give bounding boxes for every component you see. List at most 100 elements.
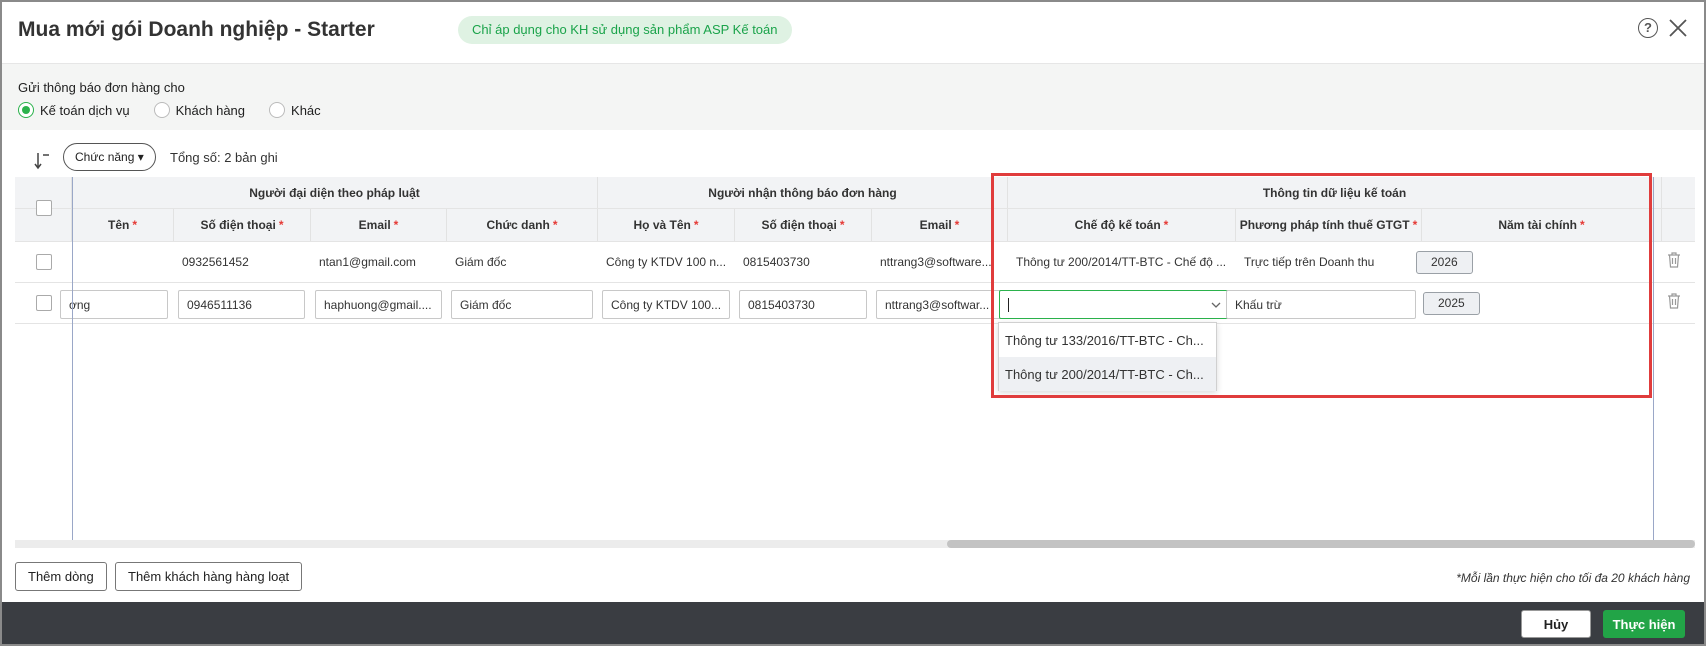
email-input[interactable]: haphuong@gmail.... <box>315 290 442 319</box>
row-checkbox[interactable] <box>35 254 52 270</box>
radio-other[interactable]: Khác <box>269 102 321 118</box>
col-full-name[interactable]: Họ và Tên * <box>598 209 735 241</box>
col-vat-method[interactable]: Phương pháp tính thuế GTGT * <box>1236 209 1422 241</box>
title-input[interactable]: Giám đốc <box>451 290 593 319</box>
col-recipient-phone[interactable]: Số điện thoại * <box>735 209 872 241</box>
sort-down-icon[interactable] <box>34 152 50 170</box>
notify-section: Gửi thông báo đơn hàng cho Kế toán dịch … <box>2 64 1704 130</box>
notify-radio-group: Kế toán dịch vụ Khách hàng Khác <box>18 102 339 118</box>
name-input[interactable]: ơng <box>60 290 168 319</box>
input-value: ơng <box>69 297 91 312</box>
radio-dot[interactable] <box>153 102 170 118</box>
row-checkbox[interactable] <box>35 295 52 311</box>
group-recipient: Người nhận thông báo đơn hàng <box>598 177 1008 208</box>
full-name-input[interactable]: Công ty KTDV 100... <box>602 290 730 319</box>
col-phone[interactable]: Số điện thoại * <box>174 209 311 241</box>
col-accounting-regime-label: Chế độ kế toán <box>1074 218 1161 232</box>
required-mark: * <box>132 218 137 232</box>
limit-note: *Mỗi lần thực hiện cho tối đa 20 khách h… <box>1456 571 1690 585</box>
col-email[interactable]: Email * <box>311 209 447 241</box>
cell-accounting-regime[interactable]: Thông tư 200/2014/TT-BTC - Chế độ ... <box>1008 242 1236 282</box>
scrollbar-thumb[interactable] <box>947 540 1695 548</box>
required-mark: * <box>1580 218 1585 232</box>
add-bulk-customers-button[interactable]: Thêm khách hàng hàng loạt <box>115 562 303 591</box>
customer-grid: Người đại diện theo pháp luật Người nhận… <box>15 177 1695 542</box>
recipient-phone-input[interactable]: 0815403730 <box>739 290 867 319</box>
cell-text: Công ty KTDV 100 n... <box>606 255 727 269</box>
dialog-title: Mua mới gói Doanh nghiệp - Starter <box>18 18 375 41</box>
radio-label: Kế toán dịch vụ <box>40 102 130 118</box>
input-value: Công ty KTDV 100... <box>611 297 722 312</box>
phone-input[interactable]: 0946511136 <box>178 290 305 319</box>
radio-dot[interactable] <box>269 102 286 118</box>
dialog-footer: Hủy Thực hiện <box>2 602 1704 644</box>
radio-customer[interactable]: Khách hàng <box>153 102 245 118</box>
text-caret <box>1008 297 1009 312</box>
recipient-email-input[interactable]: nttrang3@softwar... <box>876 290 1003 319</box>
chevron-down-icon[interactable] <box>1211 301 1221 309</box>
col-title[interactable]: Chức danh * <box>447 209 598 241</box>
cancel-button[interactable]: Hủy <box>1521 610 1591 638</box>
dialog-header: Mua mới gói Doanh nghiệp - Starter Chỉ á… <box>2 2 1704 64</box>
cell-text: Thông tư 200/2014/TT-BTC - Chế độ ... <box>1016 255 1227 269</box>
select-all-checkbox[interactable] <box>36 200 52 216</box>
cell-text: 0932561452 <box>182 255 249 269</box>
close-icon[interactable] <box>1666 16 1690 40</box>
col-phone-label: Số điện thoại <box>200 218 276 232</box>
function-menu-label: Chức năng <box>75 150 135 164</box>
add-row-button[interactable]: Thêm dòng <box>15 562 107 591</box>
cell-recipient-phone[interactable]: 0815403730 <box>735 242 872 282</box>
col-fiscal-year[interactable]: Năm tài chính * <box>1422 209 1662 241</box>
col-accounting-regime[interactable]: Chế độ kế toán * <box>1008 209 1236 241</box>
table-row: ơng 0946511136 haphuong@gmail.... Giám đ… <box>15 283 1695 324</box>
cell-text: 0815403730 <box>743 255 810 269</box>
col-email-label: Email <box>358 218 391 232</box>
trash-icon[interactable] <box>1666 251 1682 269</box>
table-row: 0932561452 ntan1@gmail.com Giám đốc Công… <box>15 242 1695 283</box>
help-icon[interactable]: ? <box>1638 18 1658 38</box>
product-badge: Chỉ áp dụng cho KH sử dụng sản phẩm ASP … <box>458 16 792 44</box>
dropdown-option[interactable]: Thông tư 133/2016/TT-BTC - Ch... <box>999 323 1216 357</box>
fiscal-year-button[interactable]: 2025 <box>1423 292 1480 315</box>
submit-button[interactable]: Thực hiện <box>1603 610 1685 638</box>
col-fiscal-year-label: Năm tài chính <box>1498 218 1577 232</box>
record-total: Tổng số: 2 bản ghi <box>170 150 278 165</box>
trash-icon[interactable] <box>1666 292 1682 310</box>
col-name-label: Tên <box>107 218 130 232</box>
group-header-row: Người đại diện theo pháp luật Người nhận… <box>15 177 1695 209</box>
cell-recipient-email[interactable]: nttrang3@software.... <box>872 242 1008 282</box>
row-select-cell <box>15 242 72 282</box>
column-header-row: Tên * Số điện thoại * Email * Chức danh * Họ… <box>15 209 1695 242</box>
col-full-name-label: Họ và Tên <box>633 218 691 232</box>
cell-full-name[interactable]: Công ty KTDV 100 n... <box>598 242 735 282</box>
dropdown-option-highlighted[interactable]: Thông tư 200/2014/TT-BTC - Ch... <box>999 357 1216 391</box>
required-mark: * <box>278 218 284 232</box>
cell-phone[interactable]: 0932561452 <box>174 242 311 282</box>
table-toolbar: Chức năng ▾ Tổng số: 2 bản ghi <box>2 130 1704 176</box>
cell-title[interactable]: Giám đốc <box>447 242 598 282</box>
input-value: haphuong@gmail.... <box>324 297 432 312</box>
cell-vat-method[interactable]: Trực tiếp trên Doanh thu <box>1236 242 1422 282</box>
accounting-regime-dropdown: Thông tư 133/2016/TT-BTC - Ch... Thông t… <box>998 322 1217 391</box>
col-recipient-email[interactable]: Email * <box>872 209 1008 241</box>
frozen-column-divider <box>72 177 73 542</box>
required-mark: * <box>954 218 960 232</box>
accounting-regime-combobox[interactable] <box>999 290 1230 319</box>
col-recipient-phone-label: Số điện thoại <box>761 218 837 232</box>
radio-accountant-service[interactable]: Kế toán dịch vụ <box>18 102 130 118</box>
col-recipient-email-label: Email <box>919 218 952 232</box>
required-mark: * <box>393 218 399 232</box>
vat-method-input[interactable]: Khấu trừ <box>1226 290 1416 319</box>
radio-dot-checked[interactable] <box>18 102 34 118</box>
required-mark: * <box>552 218 558 232</box>
required-mark: * <box>1163 218 1169 232</box>
fiscal-year-button[interactable]: 2026 <box>1416 251 1473 274</box>
radio-label: Khác <box>291 102 321 118</box>
cell-text: Trực tiếp trên Doanh thu <box>1244 255 1375 269</box>
required-mark: * <box>839 218 845 232</box>
function-menu-button[interactable]: Chức năng ▾ <box>63 143 156 171</box>
cell-email[interactable]: ntan1@gmail.com <box>311 242 447 282</box>
col-name[interactable]: Tên * <box>72 209 174 241</box>
input-value: 0815403730 <box>748 297 815 312</box>
horizontal-scrollbar[interactable] <box>15 540 1695 548</box>
